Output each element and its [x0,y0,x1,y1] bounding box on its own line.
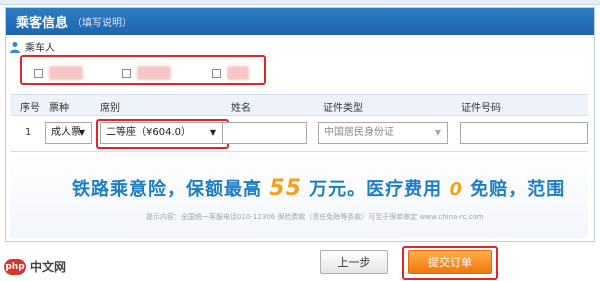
header-id-type: 证件类型 [323,103,363,114]
name-input[interactable] [222,122,307,144]
passenger-checkbox[interactable] [34,68,43,78]
passenger-label-text: 乘车人 [25,43,55,54]
insurance-text-1: 铁路乘意险，保额最高 [72,179,270,200]
seat-select[interactable]: 二等座（¥604.0） ▼ [100,122,223,144]
ticket-type-select[interactable]: 成人票 ▼ [45,122,92,144]
dropdown-arrow-icon: ▼ [209,128,216,137]
redacted-passenger-name [227,66,249,80]
table-row: 1 成人票 ▼ 二等座（¥604.0） ▼ 中国居民身份证 ▼ [10,115,588,152]
insurance-amount: 55 [269,176,302,201]
id-type-value: 中国居民身份证 [324,127,394,138]
header-index: 序号 [20,103,40,114]
insurance-zero: 0 [449,179,463,200]
row-index: 1 [25,127,32,138]
passenger-option-1[interactable] [34,66,83,80]
person-icon [10,41,20,53]
insurance-banner[interactable]: 铁路乘意险，保额最高 55 万元。医疗费用 0 免赔，范围 提示内容：全国统一客… [10,152,588,238]
panel-title: 乘客信息 [16,16,69,31]
redacted-passenger-name [49,66,83,80]
panel-header: 乘客信息 （填写说明） [6,8,594,35]
header-seat: 席别 [100,103,120,114]
id-type-select[interactable]: 中国居民身份证 ▼ [318,122,448,144]
passenger-label: 乘车人 [9,39,55,54]
id-number-input[interactable] [460,122,588,144]
top-strip [0,0,600,5]
passenger-option-3[interactable] [212,66,249,80]
header-ticket-type: 票种 [49,103,69,114]
insurance-text-3: 免赔，范围 [462,179,566,200]
passenger-selection-highlight [20,55,266,85]
table-header: 序号 票种 席别 姓名 证件类型 证件号码 [10,94,588,116]
redacted-passenger-name [137,66,171,80]
dropdown-arrow-icon: ▼ [78,128,85,137]
php-logo: php [4,258,26,275]
passenger-checkbox[interactable] [122,68,131,78]
passenger-checkbox[interactable] [212,68,221,78]
submit-order-button[interactable]: 提交订单 [408,250,492,274]
header-name: 姓名 [231,103,251,114]
watermark: php 中文网 [4,258,66,275]
help-link[interactable]: （填写说明） [72,14,132,29]
dropdown-arrow-icon: ▼ [434,128,441,137]
passenger-option-2[interactable] [122,66,171,80]
seat-value: 二等座（¥604.0） [106,127,191,138]
insurance-note: 提示内容：全国统一客服电话010-12306 保险费款（责任免除等条款）可至于保… [146,213,484,221]
insurance-text-2: 万元。医疗费用 [301,179,450,200]
insurance-headline: 铁路乘意险，保额最高 55 万元。医疗费用 0 免赔，范围 [72,175,565,201]
header-id-number: 证件号码 [461,103,501,114]
watermark-text: 中文网 [30,260,67,274]
prev-step-button[interactable]: 上一步 [320,250,388,274]
ticket-type-value: 成人票 [51,127,81,138]
